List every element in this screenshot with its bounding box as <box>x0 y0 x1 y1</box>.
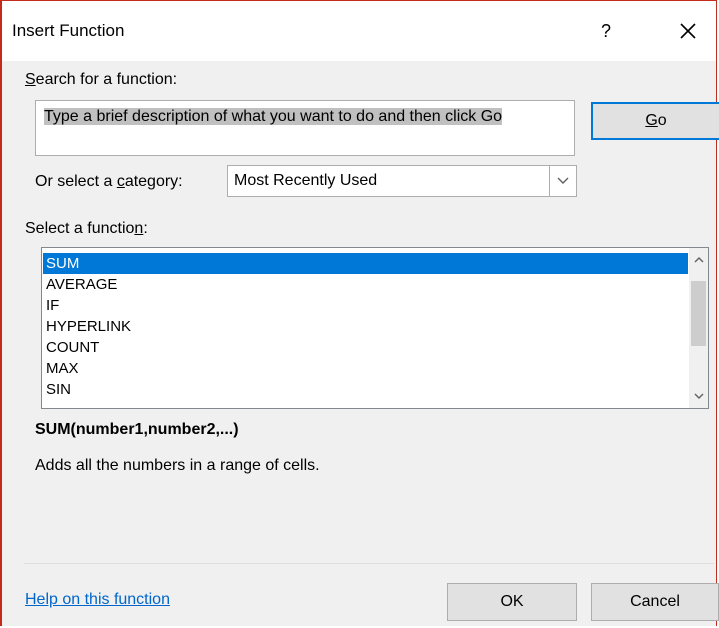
close-button[interactable] <box>668 13 708 49</box>
dialog-title: Insert Function <box>12 21 125 40</box>
function-list-item[interactable]: IF <box>43 295 688 316</box>
close-icon <box>680 23 696 39</box>
help-button[interactable]: ? <box>586 13 626 49</box>
insert-function-dialog: Insert Function ? Search for a function:… <box>0 0 719 626</box>
function-list-item[interactable]: SIN <box>43 379 688 400</box>
title-bar: Insert Function ? <box>2 1 716 61</box>
category-select[interactable]: Most Recently Used <box>227 165 577 197</box>
function-list-label: Select a function: <box>25 220 148 237</box>
scroll-thumb[interactable] <box>691 281 706 346</box>
go-button[interactable]: Go <box>591 102 719 140</box>
function-list-item[interactable]: MAX <box>43 358 688 379</box>
category-dropdown-arrow[interactable] <box>549 166 576 196</box>
chevron-up-icon <box>694 257 704 263</box>
cancel-button[interactable]: Cancel <box>591 583 719 621</box>
function-description: Adds all the numbers in a range of cells… <box>35 457 320 474</box>
scroll-up-button[interactable] <box>689 250 708 269</box>
help-on-function-link[interactable]: Help on this function <box>25 591 170 609</box>
search-input-value: Type a brief description of what you wan… <box>44 108 503 125</box>
search-input[interactable]: Type a brief description of what you wan… <box>35 100 575 156</box>
function-list[interactable]: SUM AVERAGE IF HYPERLINK COUNT MAX SIN <box>41 247 709 409</box>
ok-button[interactable]: OK <box>447 583 577 621</box>
scroll-down-button[interactable] <box>689 387 708 406</box>
function-list-item[interactable]: HYPERLINK <box>43 316 688 337</box>
function-list-item[interactable]: COUNT <box>43 337 688 358</box>
chevron-down-icon <box>557 177 569 184</box>
search-label: Search for a function: <box>25 71 178 88</box>
category-selected-value: Most Recently Used <box>234 172 378 189</box>
category-label: Or select a category: <box>35 173 183 190</box>
function-syntax: SUM(number1,number2,...) <box>35 421 239 438</box>
chevron-down-icon <box>694 393 704 399</box>
function-list-item[interactable]: AVERAGE <box>43 274 688 295</box>
function-list-item[interactable]: SUM <box>43 253 688 274</box>
function-list-scrollbar[interactable] <box>689 248 708 408</box>
footer-divider <box>24 563 714 564</box>
